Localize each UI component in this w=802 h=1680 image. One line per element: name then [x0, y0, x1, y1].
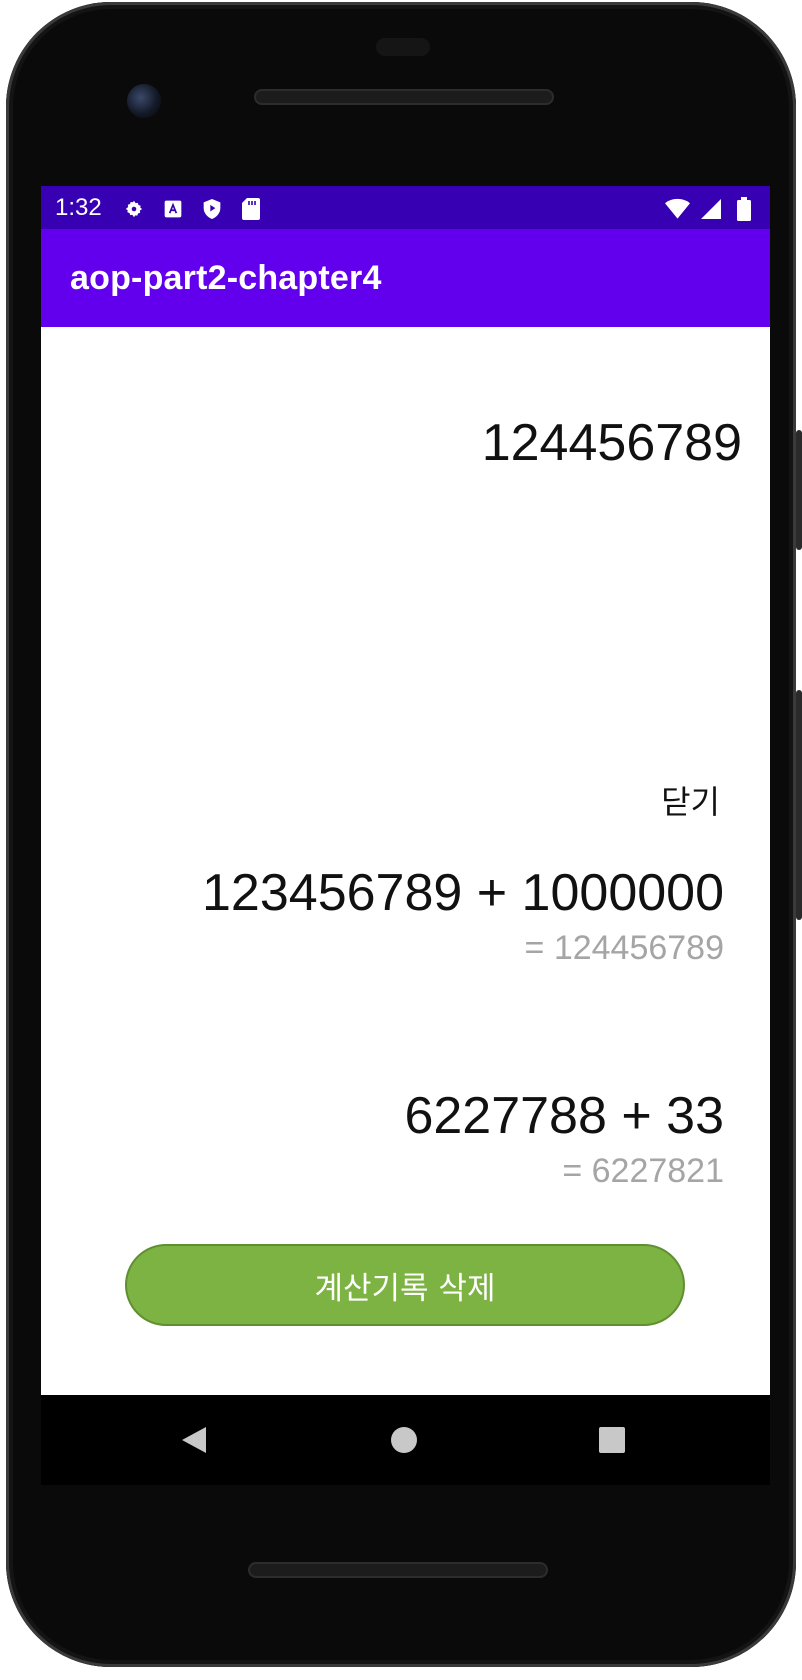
- app-title: aop-part2-chapter4: [70, 259, 382, 297]
- volume-button: [796, 430, 802, 550]
- shield-play-icon: [199, 196, 224, 221]
- gear-icon: [121, 196, 146, 221]
- status-time: 1:32: [55, 194, 102, 221]
- clear-history-button[interactable]: 계산기록 삭제: [125, 1244, 685, 1326]
- cell-signal-icon: [698, 196, 723, 221]
- close-history-button[interactable]: 닫기: [661, 777, 720, 823]
- status-bar: 1:32: [41, 186, 770, 229]
- calculator-display: 124456789: [481, 414, 742, 472]
- earpiece-speaker: [254, 89, 554, 105]
- wifi-icon: [665, 196, 690, 221]
- history-expression: 123456789 + 1000000: [202, 864, 724, 922]
- bottom-speaker: [248, 1562, 548, 1578]
- keyboard-a-icon: [160, 196, 185, 221]
- back-icon[interactable]: [176, 1422, 212, 1458]
- battery-icon: [731, 196, 756, 221]
- front-camera: [127, 84, 161, 118]
- history-result: = 124456789: [524, 929, 724, 967]
- history-result: = 6227821: [562, 1152, 724, 1190]
- home-icon[interactable]: [386, 1422, 422, 1458]
- history-expression: 6227788 + 33: [404, 1087, 724, 1145]
- app-bar: aop-part2-chapter4: [41, 229, 770, 327]
- navigation-bar: [41, 1395, 770, 1485]
- screen: 1:32 aop-part2-chapter4 124456789 닫기 123…: [41, 186, 770, 1395]
- power-button: [796, 690, 802, 920]
- recents-icon[interactable]: [594, 1422, 630, 1458]
- top-sensor: [376, 38, 430, 56]
- sd-card-icon: [238, 196, 263, 221]
